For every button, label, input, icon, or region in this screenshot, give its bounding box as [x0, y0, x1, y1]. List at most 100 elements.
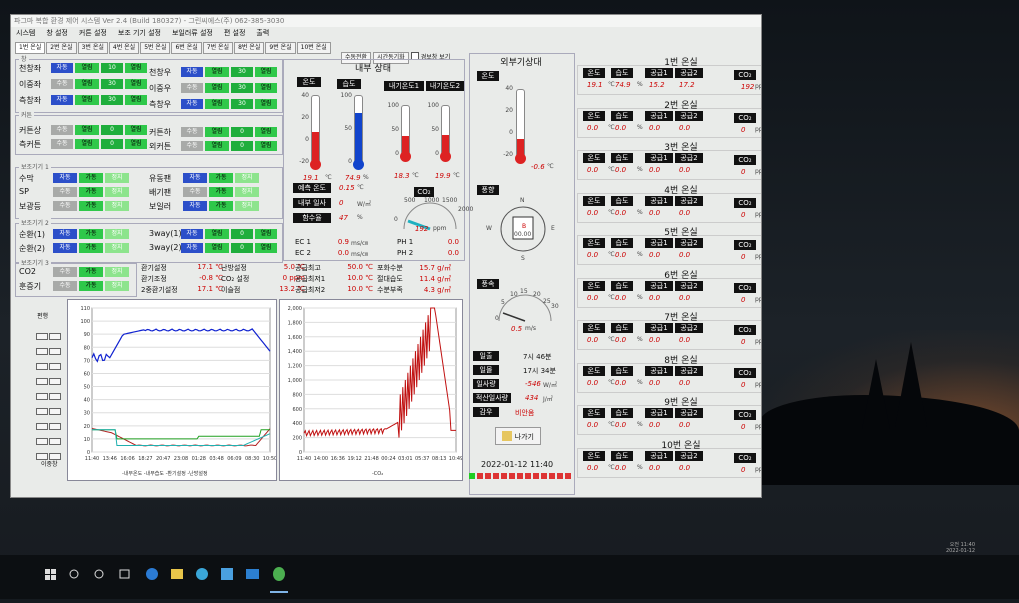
stop-button[interactable]: 정지	[105, 229, 129, 239]
run-button[interactable]: 가동	[79, 267, 103, 277]
tab-greenhouse[interactable]: 3번 온실	[77, 42, 108, 54]
menu-item[interactable]: 편 설정	[224, 29, 246, 37]
open-button[interactable]: 열림	[125, 79, 147, 89]
run-button[interactable]: 가동	[79, 173, 103, 183]
mode-button[interactable]: 자동	[181, 229, 203, 239]
state-button[interactable]: 열림	[205, 99, 229, 109]
mode-button[interactable]: 자동	[51, 63, 73, 73]
mode-button[interactable]: 수동	[51, 125, 73, 135]
stop-button[interactable]: 정지	[235, 173, 259, 183]
mode-button[interactable]: 수동	[181, 83, 203, 93]
stop-button[interactable]: 정지	[105, 201, 129, 211]
mode-button[interactable]: 자동	[181, 67, 203, 77]
open-button[interactable]: 열림	[255, 67, 277, 77]
side-toggle-button[interactable]	[49, 423, 61, 430]
tab-greenhouse[interactable]: 10번 온실	[296, 42, 331, 54]
state-button[interactable]: 열림	[75, 63, 99, 73]
open-button[interactable]: 열림	[125, 95, 147, 105]
tab-greenhouse[interactable]: 7번 온실	[202, 42, 234, 54]
mode-button[interactable]: 수동	[181, 127, 203, 137]
side-toggle-button[interactable]	[49, 348, 61, 355]
open-button[interactable]: 열림	[255, 229, 277, 239]
stop-button[interactable]: 정지	[105, 243, 129, 253]
mode-button[interactable]: 자동	[51, 95, 73, 105]
mode-button[interactable]: 수동	[53, 201, 77, 211]
open-button[interactable]: 열림	[125, 139, 147, 149]
run-button[interactable]: 가동	[79, 281, 103, 291]
tab-greenhouse[interactable]: 1번 온실	[15, 42, 46, 54]
side-toggle-button[interactable]	[49, 438, 61, 445]
state-button[interactable]: 열림	[205, 141, 229, 151]
tab-greenhouse[interactable]: 8번 온실	[234, 42, 265, 54]
side-toggle-button[interactable]	[36, 408, 48, 415]
mode-button[interactable]: 자동	[183, 201, 207, 211]
side-toggle-button[interactable]	[49, 333, 61, 340]
menu-item[interactable]: 창 설정	[46, 29, 68, 37]
side-toggle-button[interactable]	[49, 393, 61, 400]
side-toggle-button[interactable]	[36, 378, 48, 385]
mode-button[interactable]: 수동	[181, 141, 203, 151]
side-toggle-button[interactable]	[36, 363, 48, 370]
mode-button[interactable]: 수동	[51, 139, 73, 149]
tab-greenhouse[interactable]: 5번 온실	[140, 42, 171, 54]
clock[interactable]: 오전 11:40 2022-01-12	[935, 541, 975, 554]
state-button[interactable]: 열림	[75, 79, 99, 89]
open-button[interactable]: 열림	[255, 141, 277, 151]
stop-button[interactable]: 정지	[105, 267, 129, 277]
tab-greenhouse[interactable]: 9번 온실	[265, 42, 296, 54]
open-button[interactable]: 열림	[255, 83, 277, 93]
side-toggle-button[interactable]	[49, 363, 61, 370]
run-button[interactable]: 가동	[79, 243, 103, 253]
mode-button[interactable]: 수동	[53, 281, 77, 291]
mode-button[interactable]: 자동	[53, 229, 77, 239]
tab-greenhouse[interactable]: 4번 온실	[108, 42, 140, 54]
state-button[interactable]: 열림	[205, 67, 229, 77]
tab-greenhouse[interactable]: 2번 온실	[46, 42, 77, 54]
run-button[interactable]: 가동	[79, 201, 103, 211]
mode-button[interactable]: 수동	[51, 79, 73, 89]
menu-item[interactable]: 보조 기기 설정	[118, 29, 161, 37]
mode-button[interactable]: 자동	[53, 243, 77, 253]
side-toggle-button[interactable]	[49, 378, 61, 385]
open-button[interactable]: 열림	[255, 243, 277, 253]
state-button[interactable]: 열림	[205, 243, 229, 253]
run-button[interactable]: 가동	[209, 173, 233, 183]
state-button[interactable]: 열림	[75, 125, 99, 135]
stop-button[interactable]: 정지	[105, 187, 129, 197]
mode-button[interactable]: 수동	[53, 267, 77, 277]
side-toggle-button[interactable]	[36, 438, 48, 445]
open-button[interactable]: 열림	[255, 127, 277, 137]
state-button[interactable]: 열림	[205, 127, 229, 137]
run-button[interactable]: 가동	[79, 187, 103, 197]
tab-greenhouse[interactable]: 6번 온실	[171, 42, 202, 54]
menu-item[interactable]: 출력	[256, 29, 269, 37]
side-toggle-button[interactable]	[36, 348, 48, 355]
run-button[interactable]: 가동	[79, 229, 103, 239]
mode-button[interactable]: 수동	[183, 187, 207, 197]
mode-button[interactable]: 자동	[53, 173, 77, 183]
stop-button[interactable]: 정지	[105, 281, 129, 291]
open-button[interactable]: 열림	[125, 125, 147, 135]
run-button[interactable]: 가동	[209, 201, 233, 211]
menu-item[interactable]: 보일러류 설정	[172, 29, 213, 37]
open-button[interactable]: 열림	[255, 99, 277, 109]
state-button[interactable]: 열림	[205, 83, 229, 93]
side-toggle-button[interactable]	[36, 423, 48, 430]
open-button[interactable]: 열림	[125, 63, 147, 73]
mode-button[interactable]: 수동	[53, 187, 77, 197]
menu-item[interactable]: 커튼 설정	[79, 29, 107, 37]
mode-button[interactable]: 자동	[181, 99, 203, 109]
side-toggle-button[interactable]	[36, 393, 48, 400]
exit-button[interactable]: 나가기	[495, 427, 541, 445]
state-button[interactable]: 열림	[75, 139, 99, 149]
state-button[interactable]: 열림	[75, 95, 99, 105]
mode-button[interactable]: 자동	[183, 173, 207, 183]
state-button[interactable]: 열림	[205, 229, 229, 239]
side-toggle-button[interactable]	[49, 408, 61, 415]
mode-button[interactable]: 자동	[181, 243, 203, 253]
side-toggle-button[interactable]	[36, 333, 48, 340]
stop-button[interactable]: 정지	[105, 173, 129, 183]
run-button[interactable]: 가동	[209, 187, 233, 197]
stop-button[interactable]: 정지	[235, 201, 259, 211]
menu-item[interactable]: 시스템	[16, 29, 35, 37]
